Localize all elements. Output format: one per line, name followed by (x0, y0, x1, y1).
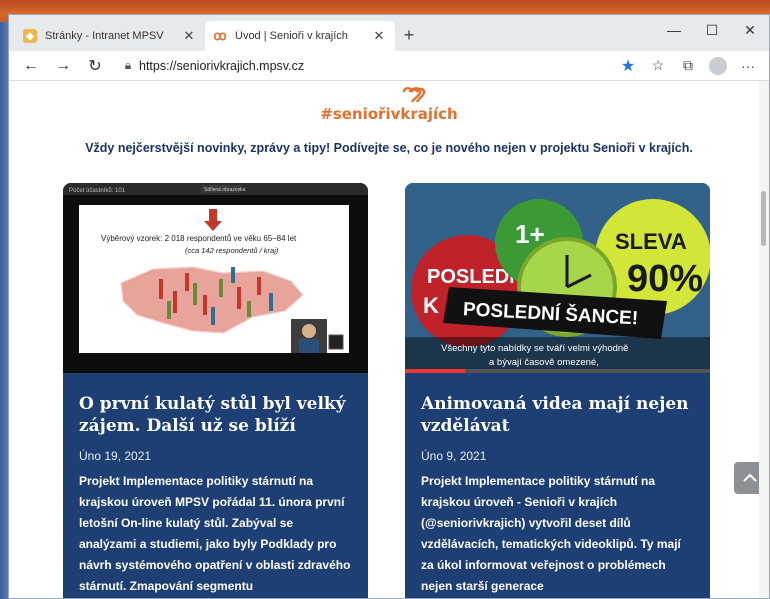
article-card-body: Animovaná videa mají nejen vzdělávat Úno… (405, 373, 710, 597)
page-scrollbar[interactable] (759, 81, 769, 598)
maximize-icon[interactable]: ☐ (693, 15, 731, 47)
minimize-icon[interactable]: — (655, 15, 693, 47)
url-field[interactable]: 🔒︎ https://seniorivkrajich.mpsv.cz (117, 54, 607, 78)
article-thumbnail-video[interactable]: POSLEDN K 1+ SLEVA 90% POSLEDNÍ ŠANCE! V… (405, 183, 710, 373)
forward-arrow-icon[interactable]: → (47, 57, 79, 75)
profile-avatar[interactable] (709, 56, 727, 75)
sign-top-text: 1+ (515, 219, 545, 249)
tab-bar: ◆ Stránky - Intranet MPSV ✕ ꝏ Úvod | Sen… (9, 15, 769, 51)
webinar-participants-count: Počet účastníků: 101 (69, 187, 126, 194)
lock-icon[interactable]: 🔒︎ (117, 58, 139, 73)
slide-line-1: Výběrový vzorek: 2 018 respondentů ve vě… (101, 234, 297, 243)
reload-icon[interactable]: ↻ (79, 56, 111, 76)
favorite-star-icon[interactable]: ★ (613, 56, 643, 76)
sign-left-text-2: K (423, 293, 439, 318)
video-subtitle-1: Všechny tyto nabídky se tváří velmi výho… (441, 343, 628, 354)
page-tagline: Vždy nejčerstvější novinky, zprávy a tip… (85, 141, 693, 155)
article-card[interactable]: POSLEDN K 1+ SLEVA 90% POSLEDNÍ ŠANCE! V… (405, 183, 710, 598)
sign-right-text-2: 90% (627, 258, 703, 300)
tab-title: Stránky - Intranet MPSV (45, 30, 164, 42)
more-menu-icon[interactable]: ··· (733, 58, 763, 74)
article-thumbnail-webinar[interactable]: Počet účastníků: 101 Sdílená obrazovka V… (63, 183, 368, 373)
chevron-up-icon (743, 473, 757, 482)
hashtag-heading: #seniořivkrajích (320, 105, 458, 123)
close-tab-icon[interactable]: ✕ (181, 28, 197, 44)
senior-heart-logo-icon (401, 85, 427, 103)
scrollbar-thumb[interactable] (761, 191, 766, 246)
address-bar: ← → ↻ 🔒︎ https://seniorivkrajich.mpsv.cz… (9, 51, 769, 81)
article-card[interactable]: Počet účastníků: 101 Sdílená obrazovka V… (63, 183, 368, 598)
tab-title: Úvod | Senioři v krajích (235, 30, 348, 42)
favorites-list-icon[interactable]: ☆ (643, 57, 673, 74)
collections-icon[interactable]: ⧉ (673, 57, 703, 74)
article-card-body: O první kulatý stůl byl velký zájem. Dal… (63, 373, 368, 597)
window-controls: — ☐ ✕ (655, 15, 769, 47)
sign-right-text: SLEVA (615, 229, 687, 254)
article-excerpt: Projekt Implementace politiky stárnutí n… (79, 474, 351, 593)
close-window-icon[interactable]: ✕ (731, 15, 769, 47)
url-text: https://seniorivkrajich.mpsv.cz (139, 58, 305, 73)
close-tab-icon[interactable]: ✕ (371, 28, 387, 44)
article-cards: Počet účastníků: 101 Sdílená obrazovka V… (63, 183, 711, 598)
slide-line-2: (cca 142 respondentů / kraj) (185, 246, 279, 255)
article-title[interactable]: O první kulatý stůl byl velký zájem. Dal… (79, 393, 352, 437)
webinar-share-badge: Sdílená obrazovka (204, 187, 246, 193)
article-date: Úno 19, 2021 (79, 449, 152, 463)
new-tab-button[interactable]: + (395, 21, 423, 51)
intranet-favicon-icon: ◆ (23, 29, 37, 43)
article-date: Úno 9, 2021 (421, 449, 487, 463)
tab-intranet[interactable]: ◆ Stránky - Intranet MPSV ✕ (15, 21, 205, 51)
browser-window: ◆ Stránky - Intranet MPSV ✕ ꝏ Úvod | Sen… (8, 14, 770, 599)
article-excerpt: Projekt Implementace politiky stárnutí n… (421, 474, 681, 593)
page-content: #seniořivkrajích Vždy nejčerstvější novi… (9, 81, 769, 598)
senior-heart-favicon-icon: ꝏ (213, 28, 227, 43)
tab-senior[interactable]: ꝏ Úvod | Senioři v krajích ✕ (205, 21, 395, 51)
video-subtitle-2: a bývají časově omezené, (489, 357, 599, 368)
article-title[interactable]: Animovaná videa mají nejen vzdělávat (421, 393, 694, 437)
back-arrow-icon[interactable]: ← (15, 57, 47, 75)
